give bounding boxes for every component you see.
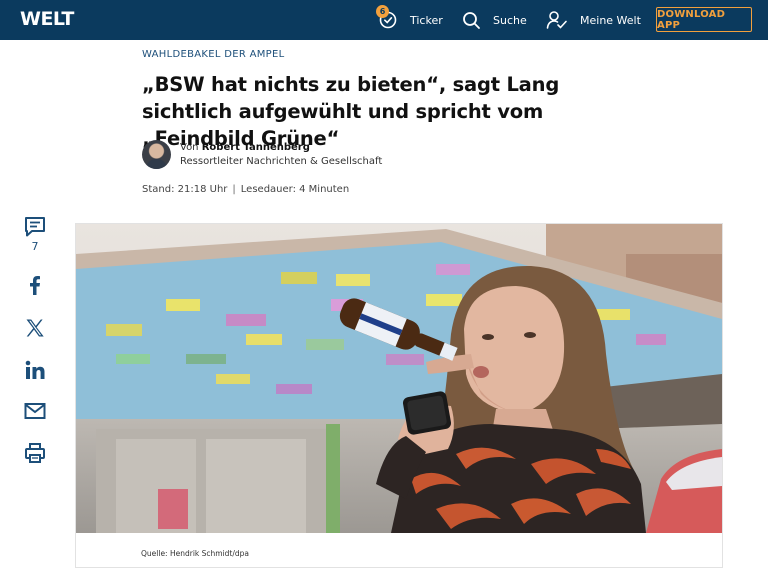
mail-icon bbox=[24, 403, 46, 419]
article-meta: Stand: 21:18 Uhr | Lesedauer: 4 Minuten bbox=[142, 184, 350, 195]
download-app-button[interactable]: DOWNLOAD APP bbox=[656, 7, 752, 32]
ticker-label: Ticker bbox=[410, 13, 443, 27]
share-linkedin-button[interactable] bbox=[22, 359, 48, 381]
image-caption: Quelle: Hendrik Schmidt/dpa bbox=[141, 549, 249, 558]
article-kicker: WAHLDEBAKEL DER AMPEL bbox=[142, 49, 285, 60]
publish-time: Stand: 21:18 Uhr bbox=[142, 184, 228, 195]
ticker-nav-item[interactable]: 6 Ticker bbox=[376, 0, 443, 40]
share-facebook-button[interactable] bbox=[22, 274, 48, 296]
x-icon bbox=[26, 319, 44, 337]
search-nav-item[interactable]: Suche bbox=[462, 0, 527, 40]
meine-welt-label: Meine Welt bbox=[580, 13, 641, 27]
search-icon bbox=[463, 11, 480, 29]
welt-logo[interactable]: WELT bbox=[20, 8, 74, 30]
article-headline: „BSW hat nichts zu bieten“, sagt Lang si… bbox=[142, 73, 560, 150]
comment-icon bbox=[25, 217, 45, 237]
comments-button[interactable]: 7 bbox=[22, 216, 48, 253]
author-name-link[interactable]: Robert Tannenberg bbox=[202, 142, 310, 153]
reading-time: Lesedauer: 4 Minuten bbox=[240, 184, 350, 195]
author-byline: Von Robert Tannenberg bbox=[180, 142, 310, 153]
search-label: Suche bbox=[493, 13, 527, 27]
author-avatar[interactable] bbox=[142, 140, 171, 169]
ticker-badge: 6 bbox=[376, 5, 389, 18]
author-prefix: Von bbox=[180, 142, 199, 153]
print-icon bbox=[25, 443, 45, 463]
comments-count: 7 bbox=[31, 240, 39, 253]
share-mail-button[interactable] bbox=[22, 401, 48, 421]
author-role: Ressortleiter Nachrichten & Gesellschaft bbox=[180, 156, 383, 167]
share-x-button[interactable] bbox=[22, 317, 48, 339]
article-photo[interactable] bbox=[76, 224, 722, 533]
facebook-icon bbox=[30, 276, 40, 295]
top-navigation-bar: WELT 6 Ticker Suche Meine Welt DOWNLOAD … bbox=[0, 0, 768, 40]
article-image-figure: Quelle: Hendrik Schmidt/dpa bbox=[75, 223, 723, 568]
meine-welt-nav-item[interactable]: Meine Welt bbox=[546, 0, 641, 40]
linkedin-icon bbox=[25, 360, 45, 379]
photo-illustration bbox=[76, 224, 722, 533]
print-button[interactable] bbox=[22, 442, 48, 464]
user-check-icon bbox=[546, 11, 567, 29]
